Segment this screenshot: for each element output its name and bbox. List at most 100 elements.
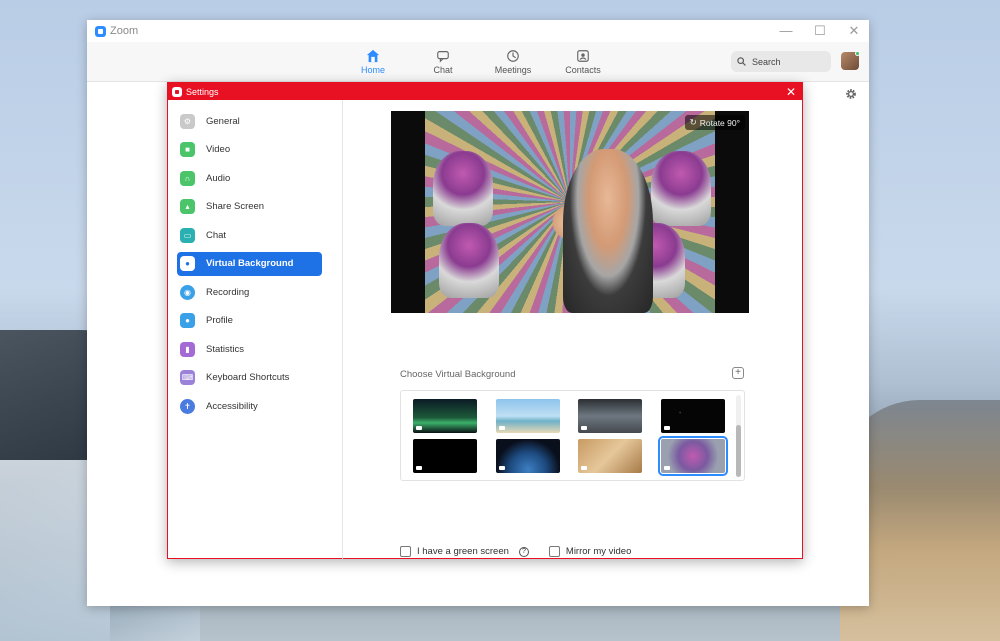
chat-icon: ▭ [180,227,195,243]
video-icon [499,426,505,430]
settings-title: Settings [186,86,219,97]
close-button[interactable]: ✕ [847,23,861,39]
bar-chart-icon: ▮ [180,341,195,357]
green-screen-checkbox[interactable] [400,546,411,557]
titlebar: Zoom — ☐ ✕ [87,20,869,42]
sidebar-item-label: Statistics [206,343,245,355]
video-icon [416,426,422,430]
green-screen-option[interactable]: I have a green screen ? [400,546,529,557]
mirror-video-option[interactable]: Mirror my video [548,546,632,557]
tab-chat-label: Chat [433,64,453,75]
sidebar-item-label: Chat [206,229,227,241]
sidebar-item-label: Profile [206,315,233,326]
thumbnail-creatures[interactable] [658,436,728,476]
video-icon [664,466,670,470]
tab-contacts[interactable]: Contacts [562,49,604,75]
search-icon [737,57,746,66]
mirror-video-checkbox[interactable] [548,546,560,557]
rotate-label: Rotate 90° [699,117,740,128]
creature-figure [439,223,499,298]
video-icon [581,426,587,430]
accessibility-icon: ✝ [180,398,195,414]
green-screen-label: I have a green screen [417,546,509,557]
thumbnail-black[interactable] [413,439,477,473]
help-icon[interactable]: ? [518,546,529,557]
video-icon [499,466,505,470]
sidebar-item-label: Keyboard Shortcuts [206,372,290,383]
rotate-button[interactable]: ↻ Rotate 90° [684,115,745,130]
window-title: Zoom [110,25,139,37]
sidebar-item-video[interactable]: ■ Video [177,138,322,162]
clock-icon [507,49,519,62]
sidebar-item-audio[interactable]: ∩ Audio [177,166,322,190]
video-icon [664,426,670,430]
chat-icon [437,50,449,63]
video-preview: ↻ Rotate 90° [391,111,749,313]
person-background-icon: ● [180,256,195,271]
sidebar-item-label: Virtual Background [206,258,294,269]
top-navigation: Home Chat Meetings Contacts Search [87,42,869,82]
tab-home-label: Home [360,64,385,75]
search-input[interactable]: Search [731,51,831,72]
add-background-button[interactable]: + [732,367,744,379]
thumbnail-beach[interactable] [496,399,560,433]
sidebar-item-accessibility[interactable]: ✝ Accessibility [177,394,322,418]
sidebar-item-statistics[interactable]: ▮ Statistics [177,337,322,361]
record-icon: ◉ [180,284,195,300]
rotate-icon: ↻ [689,117,697,127]
tab-meetings[interactable]: Meetings [492,49,534,75]
sidebar-item-label: Audio [206,172,231,184]
thumbnail-scrollbar[interactable] [736,395,741,477]
sidebar-item-share-screen[interactable]: ▴ Share Screen [177,195,322,219]
virtual-background-panel: ↻ Rotate 90° Choose Virtual Background + [343,100,802,559]
tab-chat[interactable]: Chat [422,49,464,75]
thumbnail-space[interactable] [661,399,725,433]
thumbnail-earth[interactable] [496,439,560,473]
profile-icon: ● [180,313,195,328]
headphones-icon: ∩ [180,170,195,186]
thumbnail-aurora[interactable] [413,399,477,433]
sidebar-item-label: Share Screen [206,201,265,212]
creature-figure [433,151,493,226]
sidebar-item-recording[interactable]: ◉ Recording [177,280,322,304]
sidebar-item-chat[interactable]: ▭ Chat [177,223,322,247]
minimize-button[interactable]: — [779,23,793,39]
video-icon: ■ [180,142,195,157]
sidebar-item-general[interactable]: ⚙ General [177,109,322,133]
settings-close-button[interactable]: ✕ [784,85,798,99]
tab-meetings-label: Meetings [494,64,532,75]
status-online-icon [855,51,860,56]
search-placeholder: Search [752,56,781,67]
virtual-background-image [425,111,715,313]
choose-background-label: Choose Virtual Background [400,369,516,380]
window-controls: — ☐ ✕ [779,23,861,39]
maximize-button[interactable]: ☐ [813,23,827,39]
background-thumbnail-grid [400,390,745,481]
scrollbar-thumb[interactable] [736,425,741,477]
tab-home[interactable]: Home [352,49,394,75]
sidebar-item-virtual-background[interactable]: ● Virtual Background [177,251,322,276]
tab-contacts-label: Contacts [565,64,601,75]
sidebar-item-label: General [206,115,240,127]
keyboard-icon: ⌨ [180,370,195,385]
options-row: I have a green screen ? Mirror my video [400,546,631,557]
creature-figure [651,151,711,226]
settings-dialog: Settings ✕ ⚙ General ■ Video ∩ Audio ▴ S… [167,82,803,559]
contacts-icon [577,49,589,62]
share-screen-icon: ▴ [180,199,195,214]
sidebar-item-profile[interactable]: ● Profile [177,309,322,333]
sidebar-item-label: Video [206,144,231,155]
home-icon [366,49,380,62]
thumbnail-room[interactable] [578,399,642,433]
zoom-logo-icon [172,86,182,97]
zoom-logo-icon [95,25,106,37]
gear-icon: ⚙ [180,113,195,129]
mirror-video-label: Mirror my video [565,546,632,557]
settings-gear-icon[interactable] [845,88,857,100]
sidebar-item-label: Accessibility [206,400,258,412]
sidebar-item-keyboard-shortcuts[interactable]: ⌨ Keyboard Shortcuts [177,366,322,390]
settings-titlebar: Settings ✕ [168,83,802,100]
settings-sidebar: ⚙ General ■ Video ∩ Audio ▴ Share Screen… [168,100,343,559]
thumbnail-dogs[interactable] [578,439,642,473]
sidebar-item-label: Recording [206,286,250,298]
